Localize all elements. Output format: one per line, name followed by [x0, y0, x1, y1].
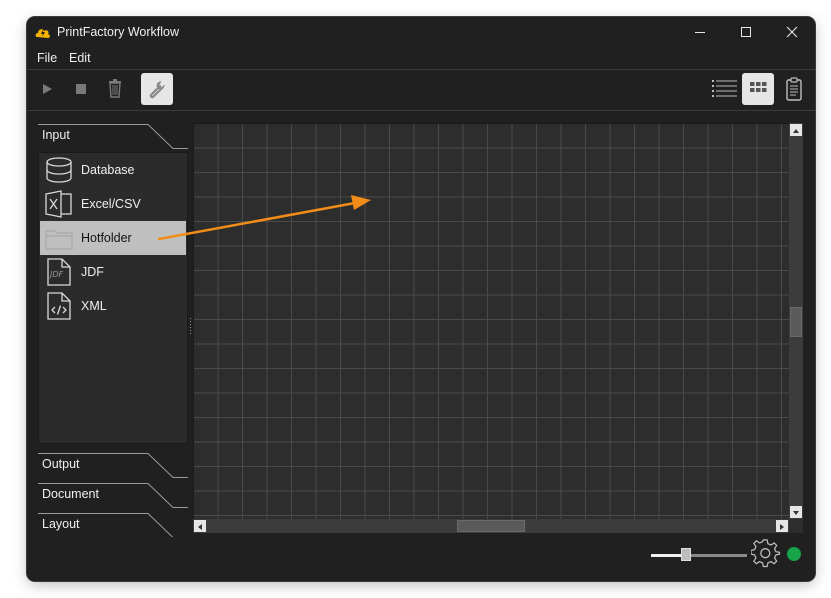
menu-edit[interactable]: Edit [69, 51, 91, 65]
input-items-panel: Database Excel/CSV Hotfolder JDF JDF XML [38, 152, 188, 444]
scroll-right-button[interactable] [776, 520, 788, 532]
printfactory-logo-icon [35, 29, 50, 38]
close-icon [786, 26, 798, 38]
horizontal-scroll-thumb[interactable] [457, 520, 525, 532]
scroll-up-arrow-icon [793, 129, 799, 133]
stop-button[interactable] [65, 73, 97, 105]
list-item-label: XML [81, 299, 107, 313]
scroll-up-button[interactable] [790, 124, 802, 136]
list-item-excel-csv[interactable]: Excel/CSV [40, 187, 186, 221]
sidebar-splitter-handle[interactable] [189, 317, 192, 337]
svg-text:JDF: JDF [48, 270, 64, 279]
excel-icon [45, 190, 72, 218]
scroll-right-arrow-icon [780, 524, 784, 530]
grid-icon [750, 82, 767, 92]
window-title: PrintFactory Workflow [57, 25, 180, 39]
section-header-output[interactable]: Output [38, 453, 188, 479]
section-header-document[interactable]: Document [38, 483, 188, 509]
run-button[interactable] [31, 73, 63, 105]
maximize-icon [741, 27, 751, 37]
database-icon [46, 157, 72, 183]
scroll-down-arrow-icon [793, 511, 799, 515]
toolbar [27, 70, 815, 111]
stop-icon [76, 84, 86, 94]
list-item-label: Excel/CSV [81, 197, 141, 211]
connection-status-indicator [787, 547, 801, 561]
horizontal-scrollbar[interactable] [193, 519, 789, 533]
delete-button[interactable] [99, 73, 131, 105]
scroll-left-button[interactable] [194, 520, 206, 532]
vertical-scroll-thumb[interactable] [790, 307, 802, 337]
minimize-icon [695, 32, 705, 33]
list-icon [712, 80, 737, 97]
gear-icon[interactable] [751, 539, 781, 569]
list-item-label: Hotfolder [81, 231, 132, 245]
scroll-down-button[interactable] [790, 506, 802, 518]
folder-icon [45, 230, 73, 250]
list-item-jdf[interactable]: JDF JDF [40, 255, 186, 289]
list-item-label: JDF [81, 265, 104, 279]
close-button[interactable] [769, 17, 815, 47]
section-label-layout: Layout [42, 517, 80, 531]
section-label-output: Output [42, 457, 80, 471]
settings-tool-button[interactable] [141, 73, 173, 105]
list-view-button[interactable] [708, 73, 740, 105]
workflow-canvas[interactable] [193, 123, 790, 520]
app-window: PrintFactory Workflow File Edit Input Da… [27, 17, 815, 581]
section-header-layout[interactable]: Layout [38, 513, 188, 539]
section-label-document: Document [42, 487, 99, 501]
list-item-label: Database [81, 163, 135, 177]
grid-view-button[interactable] [742, 73, 774, 105]
scroll-left-arrow-icon [198, 524, 202, 530]
minimize-button[interactable] [677, 17, 723, 47]
maximize-button[interactable] [723, 17, 769, 47]
list-item-xml[interactable]: XML [40, 289, 186, 323]
section-header-input[interactable]: Input [38, 124, 188, 150]
clipboard-icon [786, 77, 802, 101]
vertical-scrollbar[interactable] [789, 123, 803, 519]
jdf-file-icon: JDF [47, 258, 71, 286]
section-label-input: Input [42, 128, 70, 142]
status-bar [27, 537, 815, 581]
node-palette-sidebar: Input Database Excel/CSV Hotfolder JDF J… [38, 124, 188, 539]
menu-bar: File Edit [27, 47, 815, 70]
menu-file[interactable]: File [37, 51, 57, 65]
scrollbar-corner [789, 519, 803, 533]
title-bar: PrintFactory Workflow [27, 17, 815, 47]
clipboard-button[interactable] [778, 73, 810, 105]
play-icon [43, 84, 52, 94]
list-item-hotfolder[interactable]: Hotfolder [40, 221, 186, 255]
xml-file-icon [47, 292, 71, 320]
trash-icon [109, 79, 121, 98]
list-item-database[interactable]: Database [40, 153, 186, 187]
zoom-slider-thumb[interactable] [680, 548, 691, 561]
wrench-icon [149, 81, 165, 99]
